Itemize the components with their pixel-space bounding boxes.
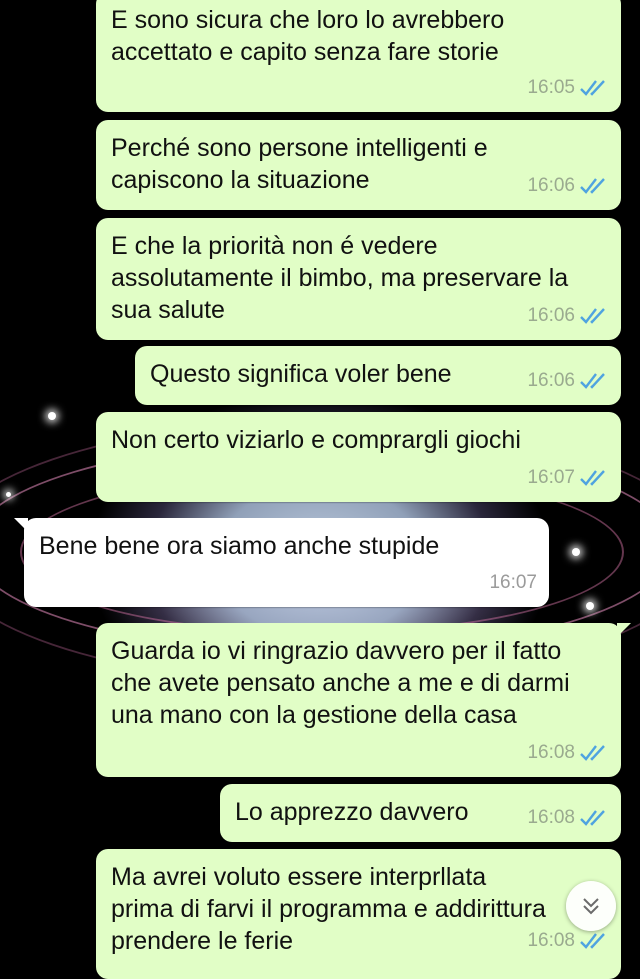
message-bubble-outgoing[interactable]: E che la priorità non é vedere assolutam… [96, 218, 621, 340]
message-text: Guarda io vi ringrazio davvero per il fa… [111, 637, 570, 729]
chevron-double-down-icon [583, 898, 599, 915]
double-check-icon [580, 470, 605, 486]
message-bubble-outgoing[interactable]: Ma avrei voluto essere interprllata prim… [96, 849, 621, 979]
message-time: 16:05 [527, 77, 575, 98]
message-meta: 16:08 [527, 737, 609, 769]
double-check-icon [580, 80, 605, 96]
message-meta: 16:06 [527, 365, 609, 397]
message-time: 16:08 [527, 930, 575, 951]
double-check-icon [580, 178, 605, 194]
message-list[interactable]: E sono sicura che loro lo avrebbero acce… [0, 0, 640, 979]
double-check-icon [580, 745, 605, 761]
message-meta: 16:06 [527, 300, 609, 332]
message-bubble-outgoing[interactable]: Non certo viziarlo e comprargli giochi 1… [96, 412, 621, 502]
message-time: 16:07 [489, 572, 537, 593]
message-meta: 16:05 [527, 72, 609, 104]
double-check-icon [580, 933, 605, 949]
message-text: Bene bene ora siamo anche stupide [39, 532, 440, 560]
message-time: 16:06 [527, 305, 575, 326]
bubble-tail [14, 518, 28, 532]
message-text: E sono sicura che loro lo avrebbero acce… [111, 6, 505, 66]
message-time: 16:07 [527, 467, 575, 488]
message-meta: 16:07 [527, 462, 609, 494]
bubble-tail [617, 623, 631, 637]
message-bubble-incoming[interactable]: Bene bene ora siamo anche stupide 16:07 [14, 518, 549, 607]
message-bubble-outgoing[interactable]: Guarda io vi ringrazio davvero per il fa… [96, 623, 631, 777]
message-text: Non certo viziarlo e comprargli giochi [111, 426, 521, 454]
message-bubble-outgoing[interactable]: Lo apprezzo davvero 16:08 [220, 784, 621, 842]
double-check-icon [580, 810, 605, 826]
message-time: 16:06 [527, 370, 575, 391]
message-meta: 16:06 [527, 170, 609, 202]
double-check-icon [580, 373, 605, 389]
message-meta: 16:08 [527, 802, 609, 834]
message-time: 16:08 [527, 742, 575, 763]
message-time: 16:06 [527, 175, 575, 196]
message-bubble-outgoing[interactable]: Perché sono persone intelligenti e capis… [96, 120, 621, 210]
scroll-to-bottom-button[interactable] [566, 881, 616, 931]
message-meta: 16:07 [489, 567, 537, 599]
message-bubble-outgoing[interactable]: E sono sicura che loro lo avrebbero acce… [96, 0, 621, 112]
double-check-icon [580, 308, 605, 324]
message-time: 16:08 [527, 807, 575, 828]
message-bubble-outgoing[interactable]: Questo significa voler bene 16:06 [135, 346, 621, 405]
